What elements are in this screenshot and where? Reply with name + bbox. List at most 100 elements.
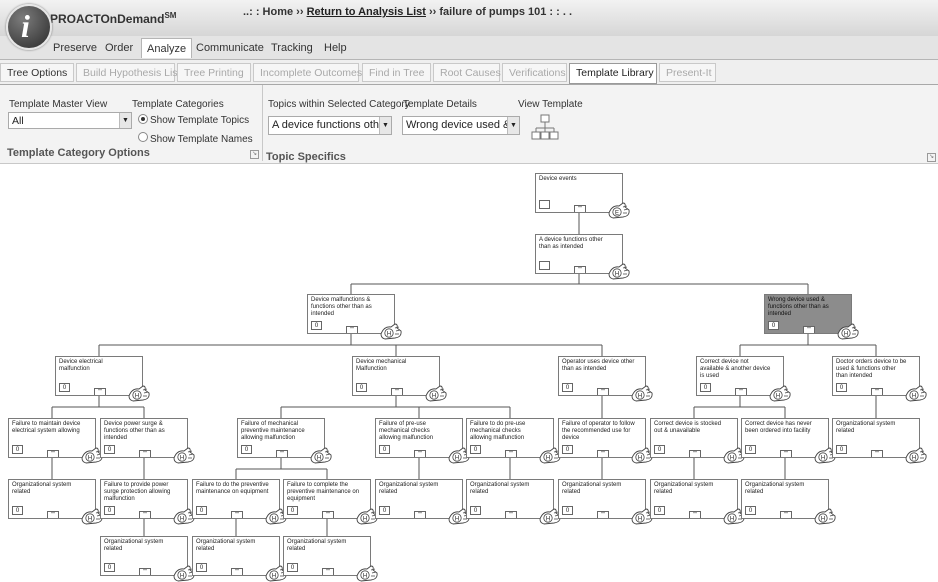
tree-node[interactable]: Wrong device used & functions other than… [764,294,859,340]
expand-toggle[interactable]: "" [414,511,426,518]
tree-node[interactable]: Organizational system related 0 "" H [283,536,378,582]
expand-toggle[interactable]: "" [276,450,288,457]
hand-badge-icon[interactable]: H [768,384,792,402]
hand-badge-icon[interactable]: H [172,446,196,464]
expand-toggle[interactable]: "" [47,511,59,518]
nav-order[interactable]: Order [105,42,133,54]
expand-toggle[interactable]: "" [780,450,792,457]
hand-badge-icon[interactable]: H [127,384,151,402]
tab-incomplete-outcomes[interactable]: Incomplete Outcomes [253,63,362,82]
tab-build-hypothesis-list[interactable]: Build Hypothesis List [76,63,180,82]
tree-node[interactable]: Organizational system related 0 "" H [375,479,470,525]
hand-badge-icon[interactable]: H [630,384,654,402]
hand-badge-icon[interactable]: H [836,322,860,340]
expand-toggle[interactable]: "" [597,388,609,395]
nav-help[interactable]: Help [324,42,347,54]
expand-toggle[interactable]: "" [689,511,701,518]
hand-badge-icon[interactable]: H [424,384,448,402]
tree-node[interactable]: Organizational system related 0 "" H [466,479,561,525]
node-badge-letter: H [912,455,916,461]
nav-communicate[interactable]: Communicate [196,42,264,54]
expand-toggle[interactable]: "" [231,511,243,518]
tab-tree-options[interactable]: Tree Options [0,63,74,82]
tab-find-in-tree[interactable]: Find in Tree [362,63,431,82]
tree-node[interactable]: Organizational system related 0 "" H [192,536,287,582]
tree-node[interactable]: Failure of mechanical preventive mainten… [237,418,332,464]
tree-node[interactable]: Device events "" E [535,173,630,219]
expand-toggle[interactable]: "" [94,388,106,395]
tree-node[interactable]: Failure to maintain device electrical sy… [8,418,103,464]
nav-preserve[interactable]: Preserve [53,42,97,54]
return-to-analysis-list-link[interactable]: Return to Analysis List [307,6,426,18]
expand-toggle[interactable]: "" [391,388,403,395]
expand-toggle[interactable]: "" [414,450,426,457]
tree-node[interactable]: Organizational system related 0 "" H [741,479,836,525]
tree-node[interactable]: Operator uses device other than as inten… [558,356,653,402]
tree-node[interactable]: A device functions other than as intende… [535,234,630,280]
hand-badge-icon[interactable]: H [813,507,837,525]
nav-analyze[interactable]: Analyze [141,38,193,58]
tree-node[interactable]: Device power surge & functions other tha… [100,418,195,464]
tree-node[interactable]: Organizational system related 0 "" H [558,479,653,525]
hand-badge-icon[interactable]: H [309,446,333,464]
topics-select[interactable]: A device functions other th ▼ [268,116,392,135]
tab-verifications[interactable]: Verifications [502,63,567,82]
hand-badge-icon[interactable]: H [379,322,403,340]
node-count: 0 [311,321,322,330]
expand-toggle[interactable]: "" [47,450,59,457]
tree-node[interactable]: Correct device is stocked out & unavaila… [650,418,745,464]
expand-toggle[interactable]: "" [689,450,701,457]
expand-toggle[interactable]: "" [139,511,151,518]
tree-node[interactable]: Device electrical malfunction 0 "" H [55,356,150,402]
node-count: 0 [700,383,711,392]
expand-toggle[interactable]: "" [505,450,517,457]
show-names-radio[interactable] [138,132,148,142]
hand-badge-icon[interactable]: H [355,564,379,582]
expand-toggle[interactable]: "" [735,388,747,395]
expand-toggle[interactable]: "" [346,326,358,333]
tree-node[interactable]: Doctor orders device to be used & functi… [832,356,927,402]
tree-node[interactable]: Correct device not available & another d… [696,356,791,402]
tree-node[interactable]: Organizational system related 0 "" H [650,479,745,525]
tree-node[interactable]: Correct device has never been ordered in… [741,418,836,464]
tree-node[interactable]: Failure of pre-use mechanical checks all… [375,418,470,464]
tree-node[interactable]: Failure to complete the preventive maint… [283,479,378,525]
hand-badge-icon[interactable]: H [904,446,928,464]
expand-toggle[interactable]: "" [574,266,586,273]
expand-toggle[interactable]: "" [505,511,517,518]
view-template-icon[interactable] [530,113,560,143]
tree-node[interactable]: Organizational system related 0 "" H [100,536,195,582]
tree-node[interactable]: Failure to provide power surge protectio… [100,479,195,525]
expand-toggle[interactable]: "" [597,450,609,457]
tree-node[interactable]: Failure of operator to follow the recomm… [558,418,653,464]
tree-node[interactable]: Device mechanical Malfunction 0 "" H [352,356,447,402]
expand-toggle[interactable]: "" [574,205,586,212]
hand-badge-icon[interactable]: E [607,201,631,219]
template-master-view-select[interactable]: All ▼ [8,112,132,129]
tab-template-library[interactable]: Template Library [569,63,657,84]
node-text: Organizational system related [12,482,72,495]
expand-toggle[interactable]: "" [871,388,883,395]
tab-tree-printing[interactable]: Tree Printing [177,63,251,82]
tab-root-causes[interactable]: Root Causes [433,63,501,82]
tab-present-it[interactable]: Present-It [659,63,716,82]
expand-toggle[interactable]: "" [780,511,792,518]
hand-badge-icon[interactable]: H [607,262,631,280]
tree-node[interactable]: Failure to do the preventive maintenance… [192,479,287,525]
hand-badge-icon[interactable]: H [904,384,928,402]
tree-node[interactable]: Device malfunctions & functions other th… [307,294,402,340]
expand-toggle[interactable]: "" [597,511,609,518]
expand-toggle[interactable]: "" [803,326,815,333]
expand-toggle[interactable]: "" [871,450,883,457]
nav-tracking[interactable]: Tracking [271,42,313,54]
template-details-select[interactable]: Wrong device used & fun ▼ [402,116,520,135]
expand-toggle[interactable]: "" [322,511,334,518]
tree-node[interactable]: Organizational system related 0 "" H [8,479,103,525]
tree-node[interactable]: Failure to do pre-use mechanical checks … [466,418,561,464]
node-text: Failure to provide power surge protectio… [104,482,171,502]
expand-corner-icon[interactable]: ↘ [250,150,259,159]
show-topics-radio[interactable] [138,114,148,124]
expand-corner-icon[interactable]: ↘ [927,153,936,162]
expand-toggle[interactable]: "" [139,450,151,457]
tree-node[interactable]: Organizational system related 0 "" H [832,418,927,464]
